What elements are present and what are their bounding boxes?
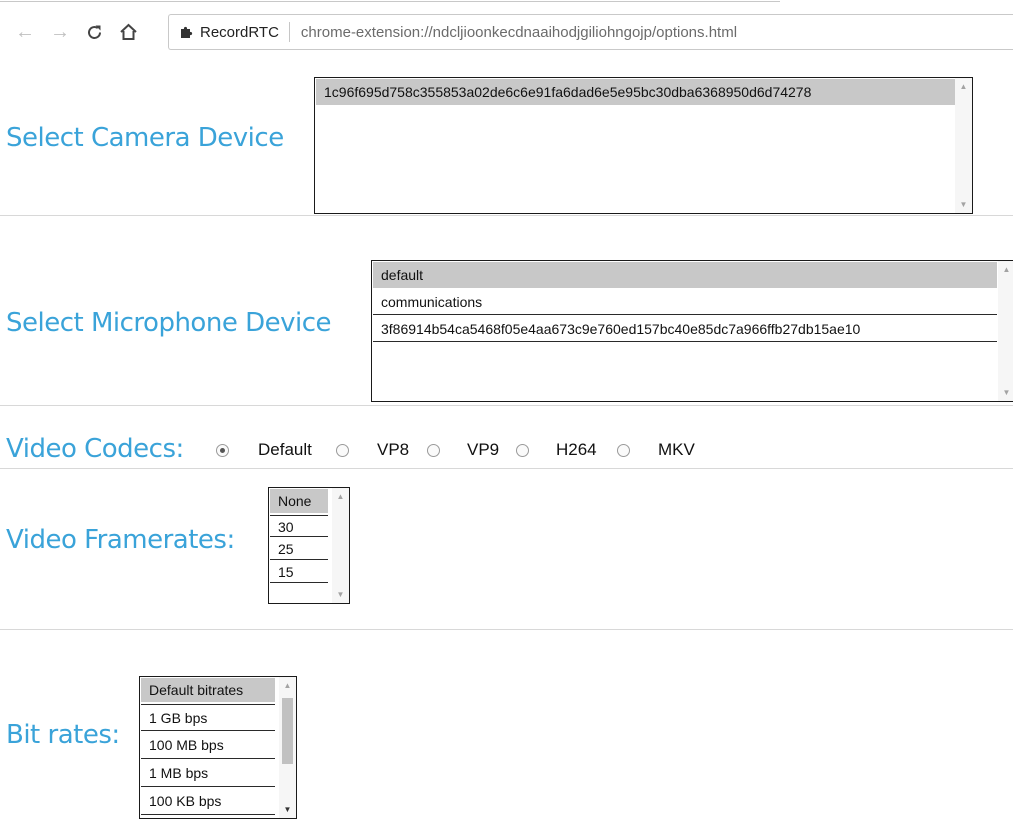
codec-radio-vp9[interactable] — [427, 444, 440, 457]
codec-label-mkv: MKV — [658, 440, 695, 459]
codec-label-h264: H264 — [556, 440, 597, 459]
camera-select[interactable]: 1c96f695d758c355853a02de6c6e91fa6dad6e5e… — [314, 77, 973, 214]
address-bar[interactable]: RecordRTC chrome-extension://ndcljioonke… — [168, 14, 1013, 50]
forward-arrow-icon[interactable]: → — [49, 19, 71, 45]
framerate-option-15[interactable]: 15 — [270, 561, 328, 583]
framerates-scrollbar[interactable]: ▲ ▼ — [332, 488, 349, 603]
bitrates-scroll-thumb[interactable] — [282, 698, 293, 764]
home-icon[interactable] — [117, 19, 139, 45]
site-name: RecordRTC — [200, 23, 279, 41]
framerates-label: Video Framerates: — [6, 525, 235, 555]
codec-label-vp9: VP9 — [467, 440, 500, 459]
browser-toolbar: ← → RecordRTC chrome-extension://ndcljio… — [0, 0, 1013, 62]
framerates-section: Video Framerates: None 30 25 15 ▲ ▼ — [0, 469, 1013, 630]
back-arrow-icon[interactable]: ← — [14, 19, 36, 45]
codec-label-vp8: VP8 — [377, 440, 410, 459]
camera-section: Select Camera Device 1c96f695d758c355853… — [0, 62, 1013, 216]
microphone-section: Select Microphone Device default communi… — [0, 216, 1013, 406]
bitrate-option-default[interactable]: Default bitrates — [141, 678, 275, 702]
scroll-down-arrow-icon[interactable]: ▼ — [955, 196, 972, 213]
bitrates-label: Bit rates: — [6, 720, 120, 750]
camera-label: Select Camera Device — [6, 123, 284, 153]
bitrate-option-1gb[interactable]: 1 GB bps — [141, 704, 275, 731]
camera-option[interactable]: 1c96f695d758c355853a02de6c6e91fa6dad6e5e… — [316, 79, 955, 105]
microphone-option-default[interactable]: default — [373, 262, 997, 288]
scroll-down-arrow-icon[interactable]: ▼ — [998, 384, 1013, 401]
url-text[interactable]: chrome-extension://ndcljioonkecdnaaihodj… — [301, 24, 737, 41]
microphone-option-device[interactable]: 3f86914b54ca5468f05e4aa673c9e760ed157bc4… — [373, 316, 997, 342]
microphone-select[interactable]: default communications 3f86914b54ca5468f… — [371, 260, 1013, 402]
reload-icon[interactable] — [83, 19, 105, 45]
bitrate-option-1mb[interactable]: 1 MB bps — [141, 760, 275, 787]
framerates-select[interactable]: None 30 25 15 ▲ ▼ — [268, 487, 350, 604]
codec-radio-default[interactable] — [216, 444, 229, 457]
scroll-up-arrow-icon[interactable]: ▲ — [998, 261, 1013, 278]
framerate-option-none[interactable]: None — [270, 489, 328, 513]
microphone-scrollbar[interactable]: ▲ ▼ — [998, 261, 1013, 401]
codecs-section: Video Codecs: Default VP8 VP9 H264 MKV — [0, 406, 1013, 469]
bitrate-option-100mb[interactable]: 100 MB bps — [141, 732, 275, 759]
framerate-option-25[interactable]: 25 — [270, 538, 328, 560]
scroll-down-arrow-icon[interactable]: ▼ — [279, 801, 296, 818]
microphone-option-communications[interactable]: communications — [373, 289, 997, 315]
codec-label-default: Default — [258, 440, 312, 459]
scroll-up-arrow-icon[interactable]: ▲ — [279, 677, 296, 694]
bitrate-option-100kb[interactable]: 100 KB bps — [141, 788, 275, 815]
codec-radio-mkv[interactable] — [617, 444, 630, 457]
extension-puzzle-icon — [180, 25, 194, 39]
codec-radio-vp8[interactable] — [336, 444, 349, 457]
scroll-up-arrow-icon[interactable]: ▲ — [332, 488, 349, 505]
bitrates-select[interactable]: Default bitrates 1 GB bps 100 MB bps 1 M… — [139, 676, 297, 819]
bitrates-scrollbar[interactable]: ▲ ▼ — [279, 677, 296, 818]
tab-strip-edge — [0, 0, 1013, 3]
omnibox-separator — [288, 22, 290, 42]
camera-scrollbar[interactable]: ▲ ▼ — [955, 78, 972, 213]
microphone-label: Select Microphone Device — [6, 308, 332, 338]
codec-radio-h264[interactable] — [516, 444, 529, 457]
scroll-down-arrow-icon[interactable]: ▼ — [332, 586, 349, 603]
framerate-option-30[interactable]: 30 — [270, 515, 328, 537]
bitrates-section: Bit rates: Default bitrates 1 GB bps 100… — [0, 630, 1013, 821]
scroll-up-arrow-icon[interactable]: ▲ — [955, 78, 972, 95]
codecs-label: Video Codecs: — [6, 434, 184, 464]
